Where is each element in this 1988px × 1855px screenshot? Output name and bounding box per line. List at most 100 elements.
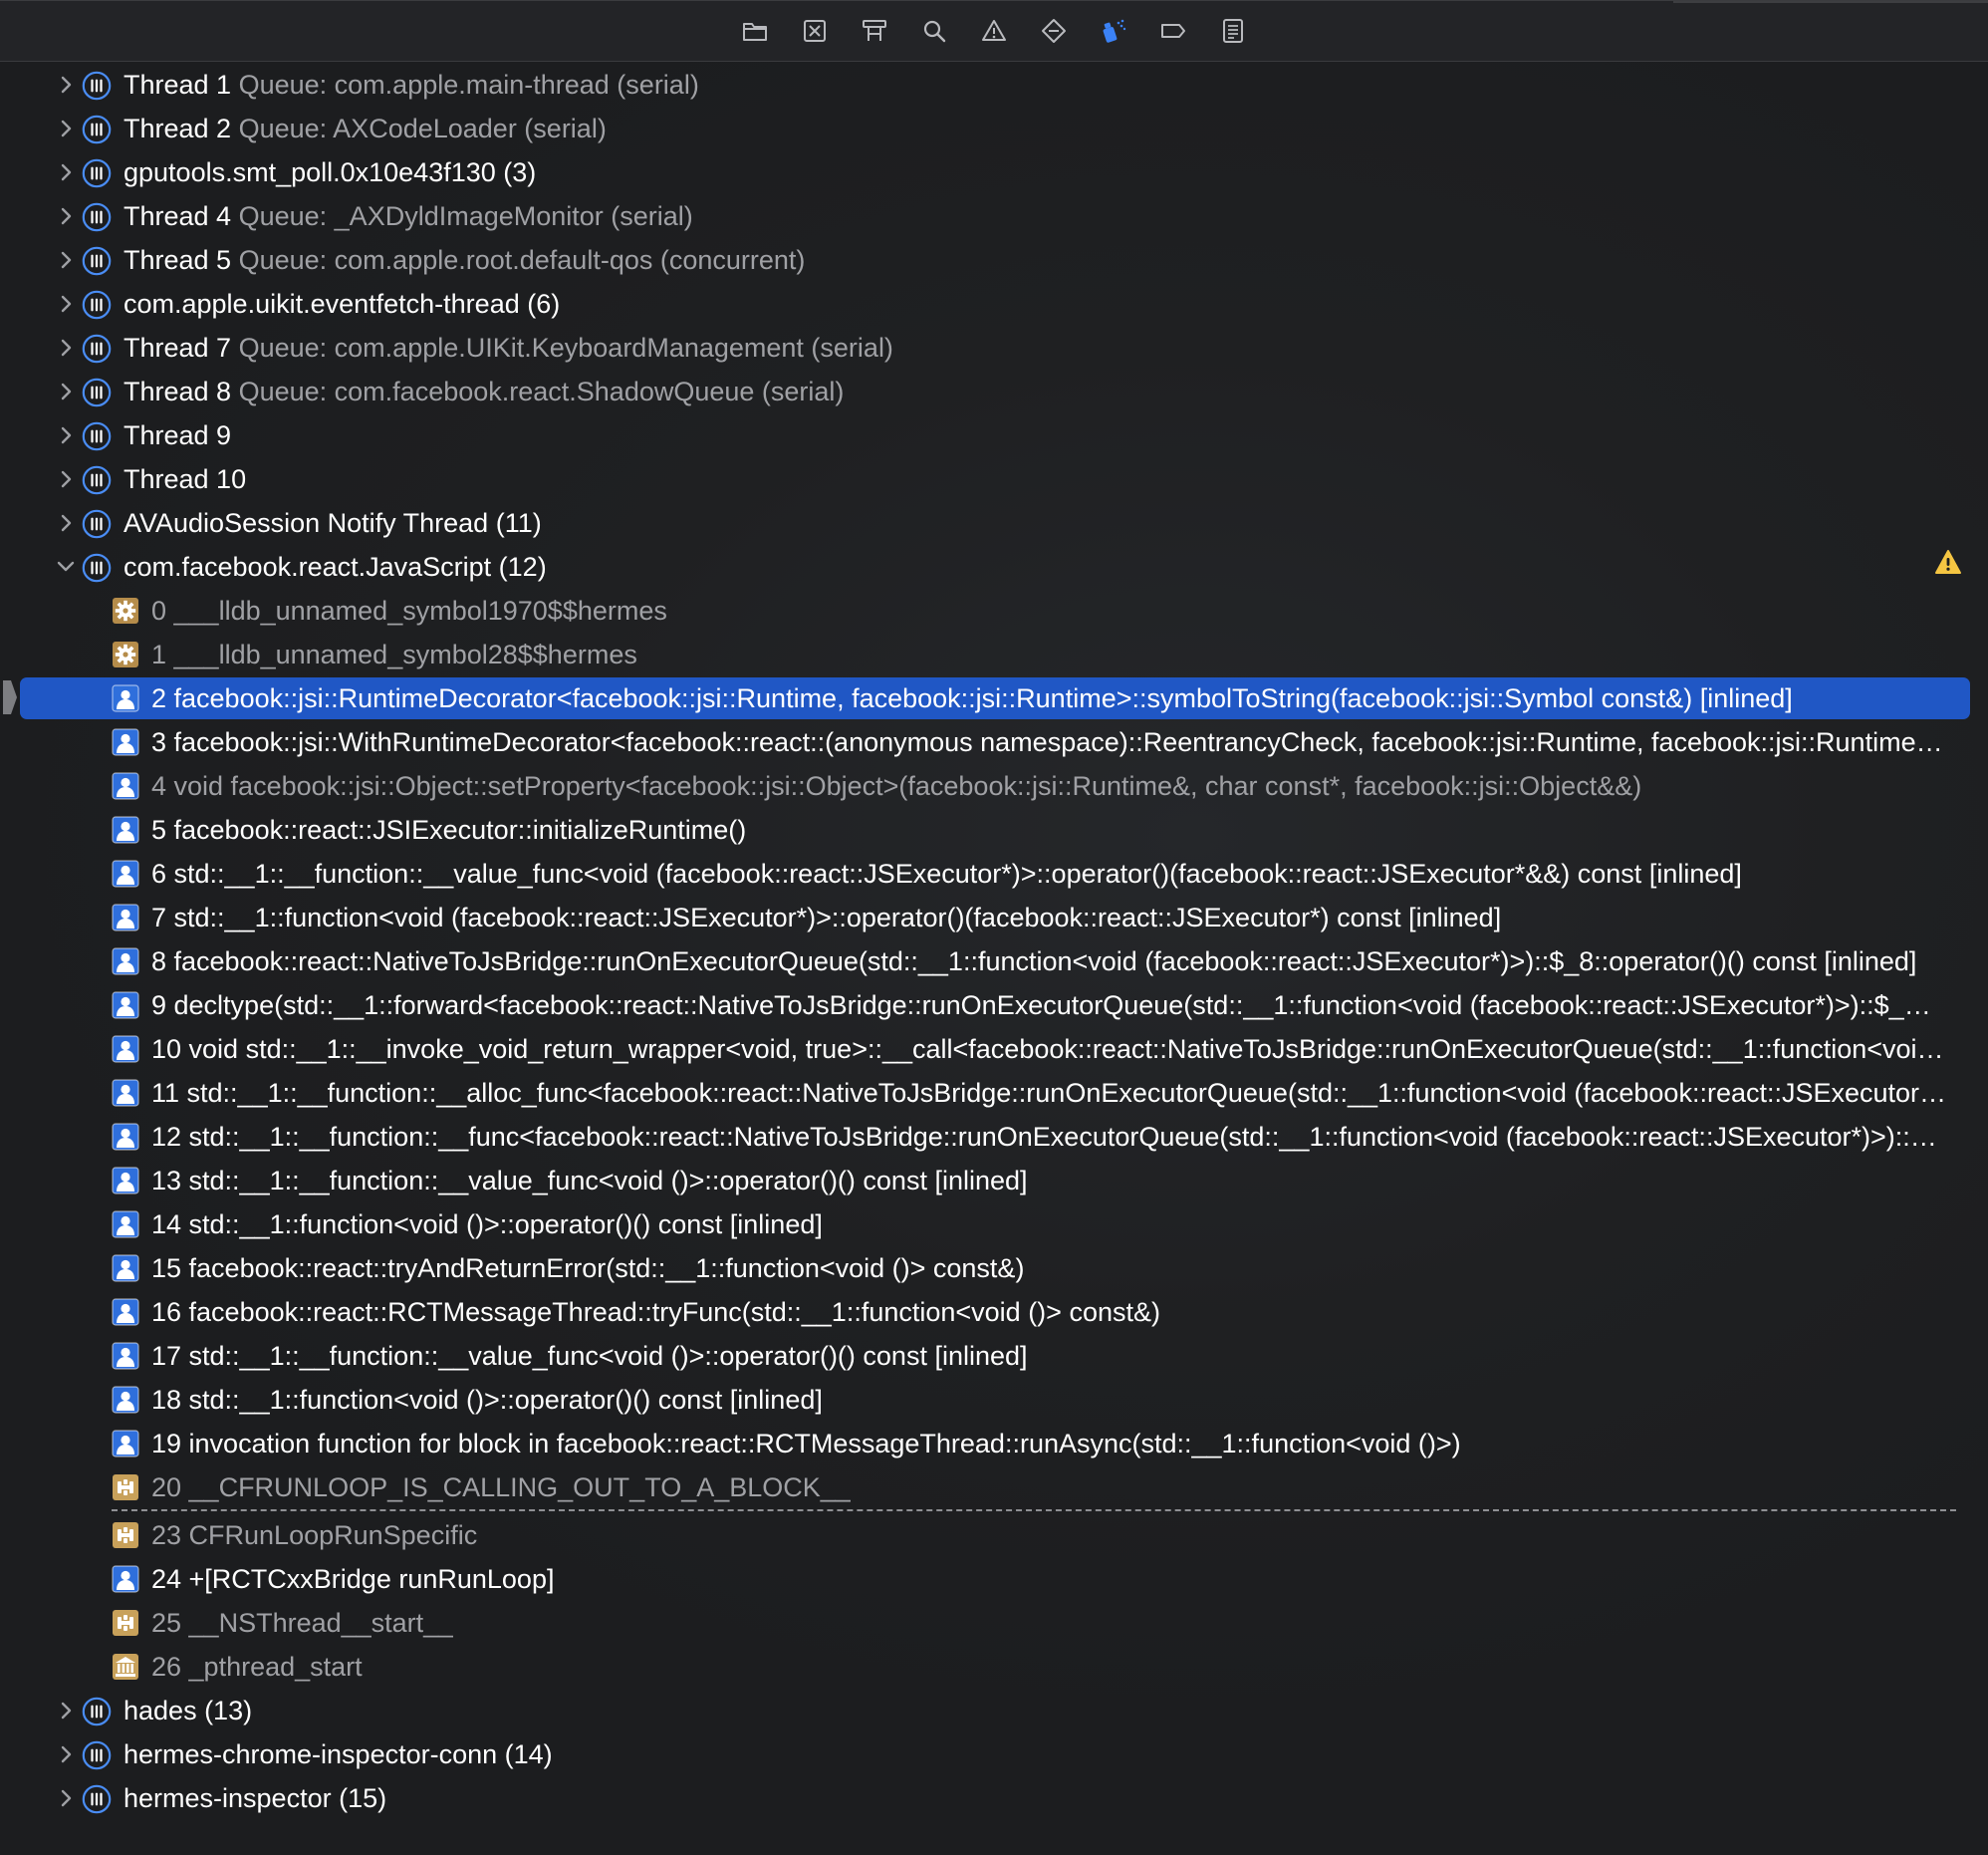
stack-frame-row[interactable]: 15 facebook::react::tryAndReturnError(st… [0, 1246, 1988, 1290]
stack-frame-row[interactable]: 14 std::__1::function<void ()>::operator… [0, 1202, 1988, 1246]
chevron-right-icon[interactable] [55, 336, 77, 360]
stack-frame-row[interactable]: 19 invocation function for block in face… [0, 1422, 1988, 1465]
thread-label: hermes-inspector (15) [124, 1776, 386, 1820]
stack-frame-row[interactable]: 7 std::__1::function<void (facebook::rea… [0, 896, 1988, 939]
hierarchy-icon [861, 17, 888, 45]
stack-frame-row[interactable]: 17 std::__1::__function::__value_func<vo… [0, 1334, 1988, 1378]
stack-frame-row[interactable]: 25 __NSThread__start__ [0, 1601, 1988, 1645]
thread-label: Thread 2 Queue: AXCodeLoader (serial) [124, 107, 607, 150]
find-navigator-button[interactable] [918, 15, 950, 47]
chevron-down-icon[interactable] [55, 555, 77, 579]
chevron-right-icon[interactable] [55, 292, 77, 316]
breakpoint-navigator-button[interactable] [1157, 15, 1189, 47]
thread-row[interactable]: Thread 10 [0, 457, 1988, 501]
thread-row[interactable]: gputools.smt_poll.0x10e43f130 (3) [0, 150, 1988, 194]
thread-row[interactable]: Thread 9 [0, 413, 1988, 457]
spray-can-icon [1100, 17, 1127, 45]
thread-row[interactable]: hades (13) [0, 1689, 1988, 1732]
thread-row[interactable]: Thread 7 Queue: com.apple.UIKit.Keyboard… [0, 326, 1988, 370]
symbol-navigator-button[interactable] [859, 15, 890, 47]
thread-row[interactable]: hermes-chrome-inspector-conn (14) [0, 1732, 1988, 1776]
stack-frame-label: 14 std::__1::function<void ()>::operator… [151, 1209, 823, 1239]
stack-frame-label: 25 __NSThread__start__ [151, 1608, 454, 1638]
chevron-right-icon[interactable] [55, 467, 77, 491]
thread-icon [82, 420, 112, 451]
stack-frame-label: 1 ___lldb_unnamed_symbol28$$hermes [151, 640, 637, 669]
stack-frame-row[interactable]: 4 void facebook::jsi::Object::setPropert… [0, 764, 1988, 808]
thread-title: Thread 7 [124, 333, 232, 363]
stack-frame-row[interactable]: 23 CFRunLoopRunSpecific [0, 1513, 1988, 1557]
warning-icon[interactable] [1934, 549, 1962, 575]
diamond-icon [1040, 17, 1068, 45]
project-navigator-button[interactable] [739, 15, 771, 47]
test-navigator-button[interactable] [1038, 15, 1070, 47]
stack-frame-row[interactable]: 1 ___lldb_unnamed_symbol28$$hermes [0, 633, 1988, 676]
thread-label: hades (13) [124, 1689, 252, 1732]
stack-frame-row[interactable]: 20 __CFRUNLOOP_IS_CALLING_OUT_TO_A_BLOCK… [0, 1465, 1988, 1509]
stack-frame-label: 7 std::__1::function<void (facebook::rea… [151, 903, 1502, 932]
stack-frame-row[interactable]: 5 facebook::react::JSIExecutor::initiali… [0, 808, 1988, 852]
stack-frame-row[interactable]: 3 facebook::jsi::WithRuntimeDecorator<fa… [0, 720, 1988, 764]
thread-row[interactable]: Thread 2 Queue: AXCodeLoader (serial) [0, 107, 1988, 150]
stack-frame-row[interactable]: 6 std::__1::__function::__value_func<voi… [0, 852, 1988, 896]
chevron-right-icon[interactable] [55, 511, 77, 535]
chevron-right-icon[interactable] [55, 117, 77, 140]
chevron-right-icon[interactable] [55, 204, 77, 228]
debug-navigator-button[interactable] [1098, 15, 1129, 47]
stack-frame-row[interactable]: 16 facebook::react::RCTMessageThread::tr… [0, 1290, 1988, 1334]
person-icon [112, 860, 139, 888]
person-icon [112, 1035, 139, 1063]
chevron-right-icon[interactable] [55, 248, 77, 272]
stack-frame-row[interactable]: 11 std::__1::__function::__alloc_func<fa… [0, 1071, 1988, 1115]
stack-frame-row-selected[interactable]: 2 facebook::jsi::RuntimeDecorator<facebo… [0, 676, 1988, 720]
stack-frame-label: 16 facebook::react::RCTMessageThread::tr… [151, 1297, 1160, 1327]
source-control-navigator-button[interactable] [799, 15, 831, 47]
thread-queue: Queue: com.apple.root.default-qos (concu… [238, 245, 806, 275]
chevron-right-icon[interactable] [55, 73, 77, 97]
thread-title: Thread 5 [124, 245, 232, 275]
stack-frame-label: 24 +[RCTCxxBridge runRunLoop] [151, 1564, 555, 1594]
chevron-right-icon[interactable] [55, 160, 77, 184]
stack-frame-row[interactable]: 12 std::__1::__function::__func<facebook… [0, 1115, 1988, 1159]
toolbar-edge-highlight [1673, 1, 1988, 3]
thread-row[interactable]: Thread 4 Queue: _AXDyldImageMonitor (ser… [0, 194, 1988, 238]
stack-frame-label: 19 invocation function for block in face… [151, 1429, 1461, 1458]
stack-frame-row[interactable]: 13 std::__1::__function::__value_func<vo… [0, 1159, 1988, 1202]
chevron-right-icon[interactable] [55, 1699, 77, 1722]
stack-frame-row[interactable]: 26 _pthread_start [0, 1645, 1988, 1689]
thread-row[interactable]: hermes-inspector (15) [0, 1776, 1988, 1820]
thread-label: Thread 9 [124, 413, 231, 457]
stack-frame-label: 26 _pthread_start [151, 1652, 363, 1682]
thread-icon [82, 552, 112, 583]
person-icon [112, 1167, 139, 1194]
thread-row[interactable]: Thread 1 Queue: com.apple.main-thread (s… [0, 63, 1988, 107]
stack-frame-label: 18 std::__1::function<void ()>::operator… [151, 1385, 823, 1415]
stack-frame-label: 4 void facebook::jsi::Object::setPropert… [151, 771, 1642, 801]
chevron-right-icon[interactable] [55, 380, 77, 403]
thread-icon [82, 1696, 112, 1726]
stack-frame-row[interactable]: 8 facebook::react::NativeToJsBridge::run… [0, 939, 1988, 983]
thread-queue: Queue: AXCodeLoader (serial) [238, 114, 607, 143]
issue-navigator-button[interactable] [978, 15, 1010, 47]
stack-frame-row[interactable]: 9 decltype(std::__1::forward<facebook::r… [0, 983, 1988, 1027]
person-icon [112, 1210, 139, 1238]
thread-row[interactable]: AVAudioSession Notify Thread (11) [0, 501, 1988, 545]
chevron-right-icon[interactable] [55, 1742, 77, 1766]
stack-frame-row[interactable]: 24 +[RCTCxxBridge runRunLoop] [0, 1557, 1988, 1601]
thread-label: Thread 8 Queue: com.facebook.react.Shado… [124, 370, 844, 413]
stack-frame-row[interactable]: 10 void std::__1::__invoke_void_return_w… [0, 1027, 1988, 1071]
thread-row[interactable]: Thread 5 Queue: com.apple.root.default-q… [0, 238, 1988, 282]
report-navigator-button[interactable] [1217, 15, 1249, 47]
stack-frame-row[interactable]: 18 std::__1::function<void ()>::operator… [0, 1378, 1988, 1422]
thread-row[interactable]: com.facebook.react.JavaScript (12) [0, 545, 1988, 589]
stack-frame-label: 8 facebook::react::NativeToJsBridge::run… [151, 946, 1917, 976]
thread-row[interactable]: Thread 8 Queue: com.facebook.react.Shado… [0, 370, 1988, 413]
stack-frame-row[interactable]: 0 ___lldb_unnamed_symbol1970$$hermes [0, 589, 1988, 633]
chevron-right-icon[interactable] [55, 1786, 77, 1810]
thread-row[interactable]: com.apple.uikit.eventfetch-thread (6) [0, 282, 1988, 326]
stack-frame-label: 10 void std::__1::__invoke_void_return_w… [151, 1034, 1944, 1064]
chevron-right-icon[interactable] [55, 423, 77, 447]
stack-frame-label: 17 std::__1::__function::__value_func<vo… [151, 1341, 1028, 1371]
person-icon [112, 1079, 139, 1107]
stack-frame-label: 3 facebook::jsi::WithRuntimeDecorator<fa… [151, 727, 1943, 757]
